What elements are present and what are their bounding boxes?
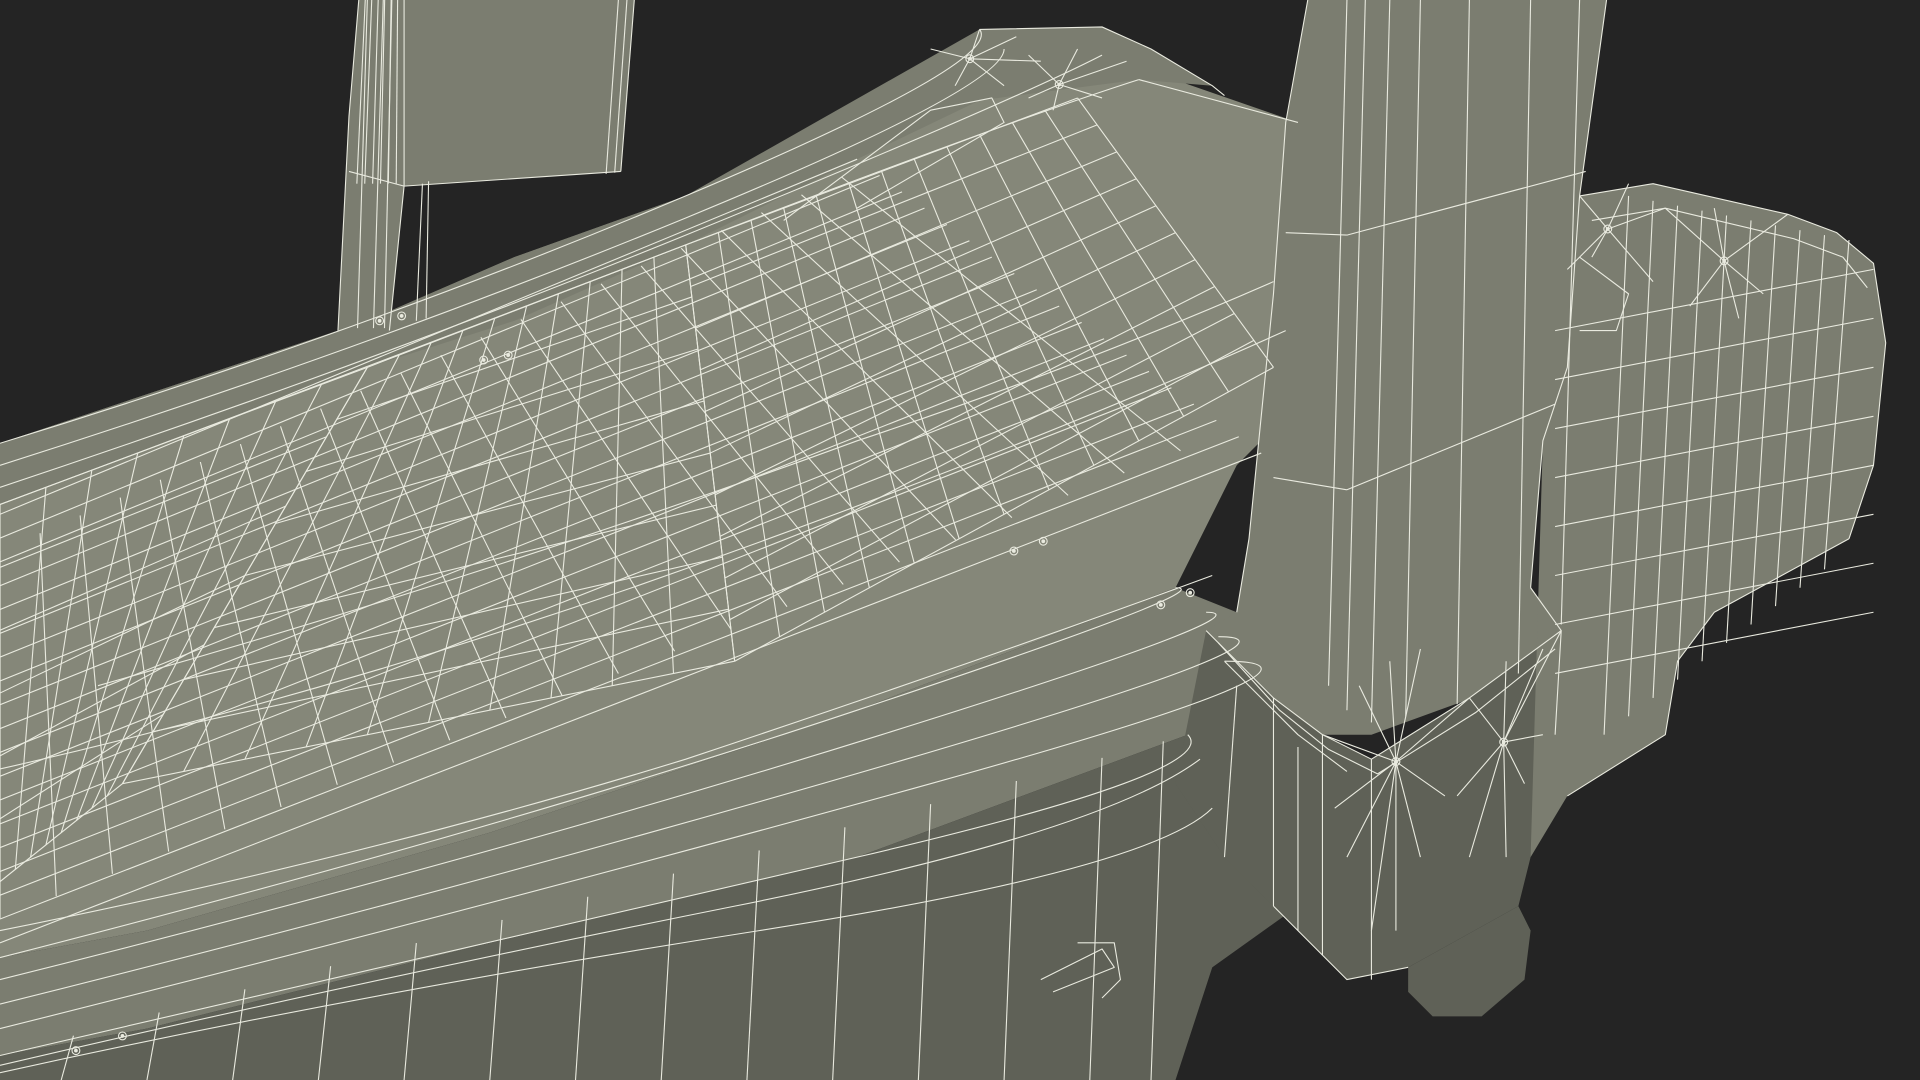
pole-vertex-dot <box>1501 740 1506 744</box>
wireframe-render <box>0 0 1920 1080</box>
pole-vertex-dot <box>506 353 511 357</box>
pole-vertex-dot <box>1605 227 1610 231</box>
pole-vertex-dot <box>1011 549 1016 553</box>
pole-vertex-dot <box>120 1034 125 1038</box>
pole-vertex-dot <box>377 318 382 323</box>
pole-vertex-dot <box>1722 258 1726 263</box>
pole-vertex-dot <box>399 314 404 318</box>
pole-vertex-dot <box>481 358 486 362</box>
pole-vertex-dot <box>1158 602 1163 607</box>
pole-vertex-dot <box>1394 759 1398 764</box>
pole-vertex-dot <box>1041 539 1046 544</box>
pole-vertex-dot <box>74 1048 78 1053</box>
pole-vertex-dot <box>967 56 972 61</box>
pole-vertex-dot <box>1188 590 1193 595</box>
pole-vertex-dot <box>1057 82 1062 87</box>
